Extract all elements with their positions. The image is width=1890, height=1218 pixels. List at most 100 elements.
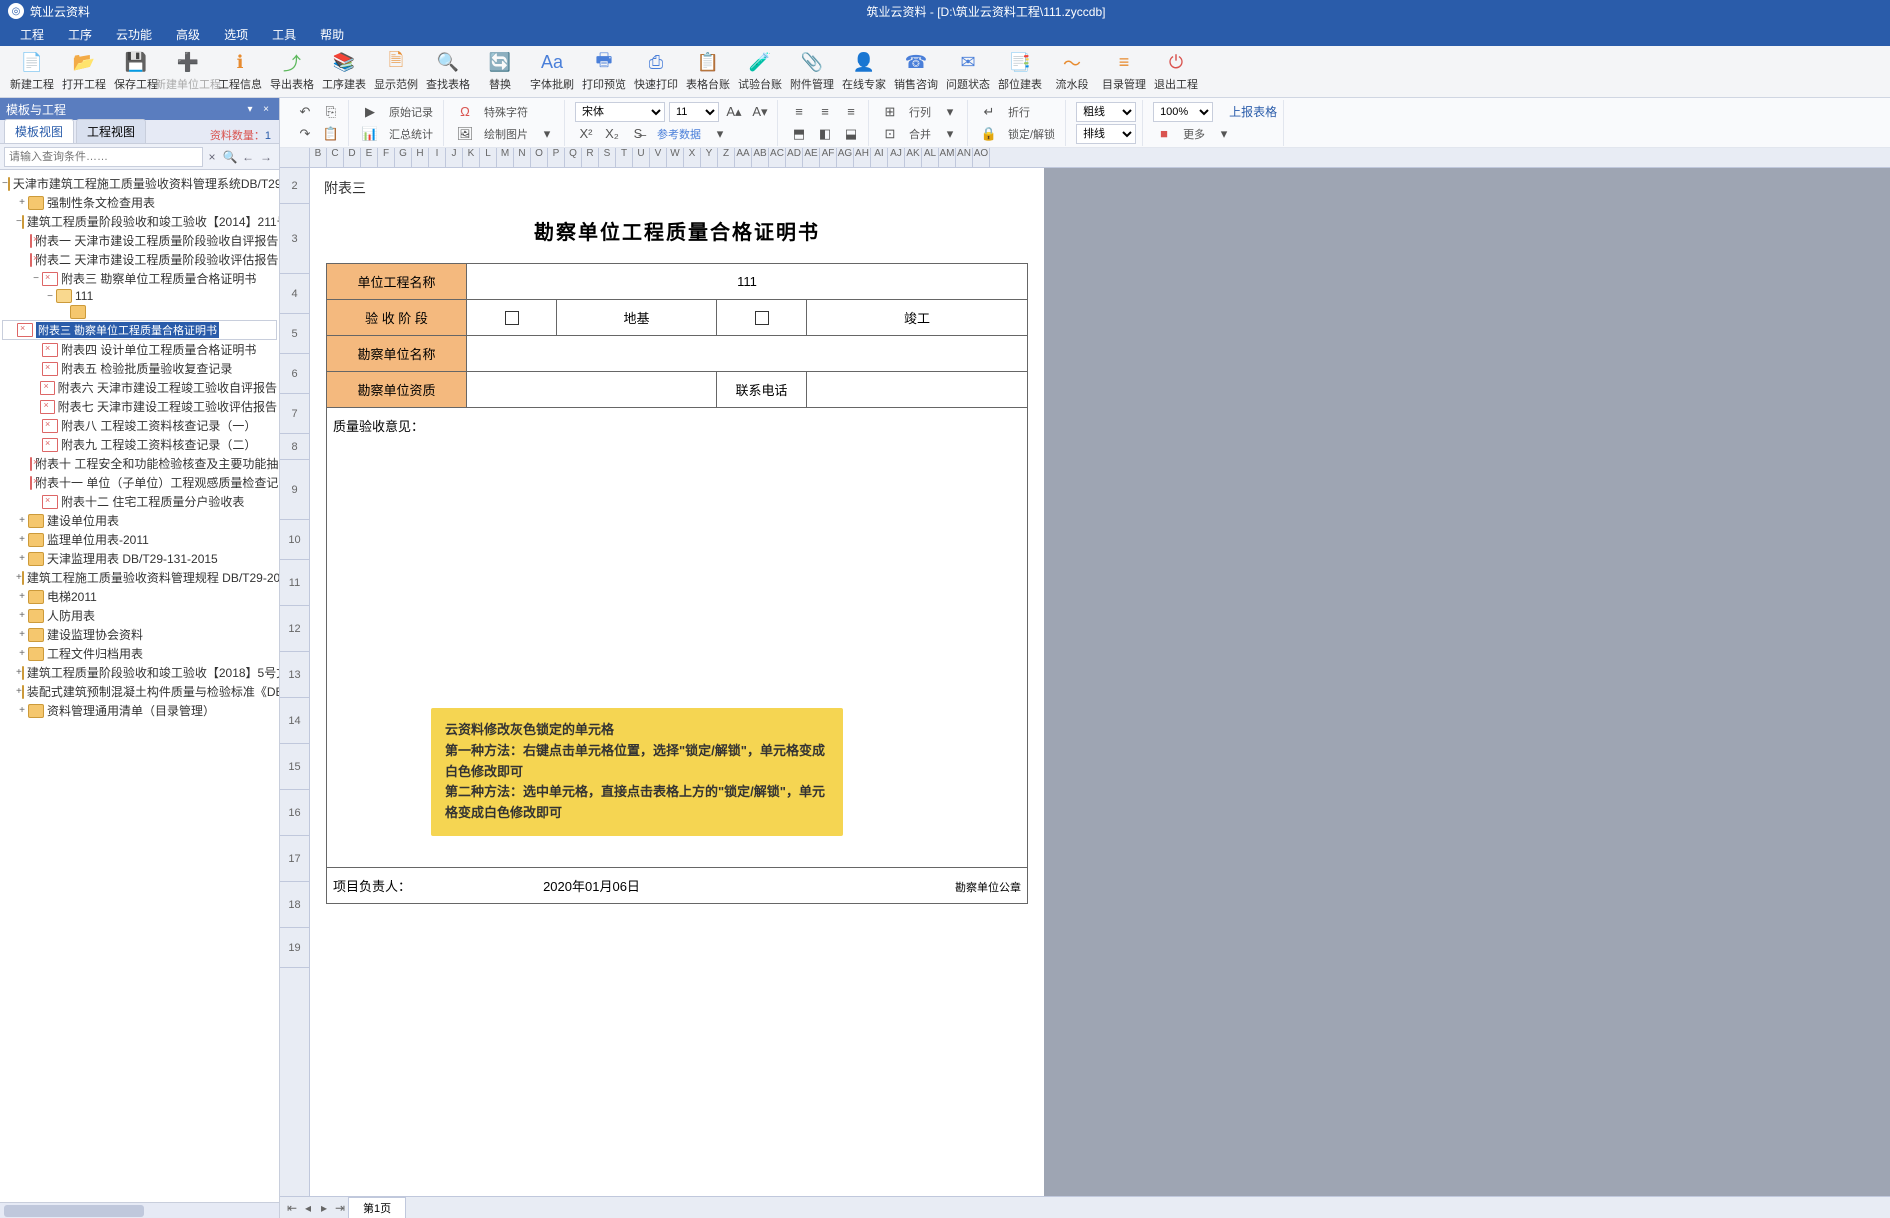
tree-node[interactable]: +建筑工程施工质量验收资料管理规程 DB/T29-209-2011 bbox=[2, 568, 277, 587]
toolbar-查找表格[interactable]: 🔍查找表格 bbox=[422, 48, 474, 96]
tree-node[interactable]: +建设单位用表 bbox=[2, 511, 277, 530]
more-button[interactable]: 更多 bbox=[1179, 124, 1209, 144]
zoom-select[interactable]: 100% bbox=[1153, 102, 1213, 122]
expand-icon[interactable]: + bbox=[16, 572, 22, 583]
col-header[interactable]: H bbox=[412, 148, 429, 167]
menu-process[interactable]: 工序 bbox=[56, 24, 104, 45]
tree-node[interactable]: −附表三 勘察单位工程质量合格证明书 bbox=[2, 269, 277, 288]
draw-pic-dropdown-icon[interactable]: ▾ bbox=[536, 124, 558, 144]
tree-node[interactable]: −建筑工程质量阶段验收和竣工验收【2014】211号文 bbox=[2, 212, 277, 231]
col-header[interactable]: S bbox=[599, 148, 616, 167]
merge-dropdown-icon[interactable]: ▾ bbox=[939, 124, 961, 144]
ref-data-dropdown-icon[interactable]: ▾ bbox=[709, 124, 731, 144]
superscript-button[interactable]: X² bbox=[575, 124, 597, 144]
col-header[interactable]: W bbox=[667, 148, 684, 167]
col-header[interactable]: AJ bbox=[888, 148, 905, 167]
checkbox-completion[interactable] bbox=[755, 311, 769, 325]
col-header[interactable]: V bbox=[650, 148, 667, 167]
toolbar-新建工程[interactable]: 📄新建工程 bbox=[6, 48, 58, 96]
row-header[interactable]: 18 bbox=[280, 882, 309, 928]
toolbar-部位建表[interactable]: 📑部位建表 bbox=[994, 48, 1046, 96]
more-dropdown-icon[interactable]: ▾ bbox=[1213, 124, 1235, 144]
sheet-nav-first-icon[interactable]: ⇤ bbox=[284, 1201, 300, 1215]
row-header[interactable]: 14 bbox=[280, 698, 309, 744]
toolbar-替换[interactable]: 🔄替换 bbox=[474, 48, 526, 96]
toolbar-试验台账[interactable]: 🧪试验台账 bbox=[734, 48, 786, 96]
cell-unit-name-value[interactable]: 111 bbox=[467, 264, 1028, 300]
col-header[interactable]: N bbox=[514, 148, 531, 167]
horizontal-scrollbar[interactable] bbox=[0, 1202, 279, 1218]
sheet-nav-last-icon[interactable]: ⇥ bbox=[332, 1201, 348, 1215]
thin-line-select[interactable]: 排线 bbox=[1076, 124, 1136, 144]
tree-node[interactable]: 附表五 检验批质量验收复查记录 bbox=[2, 359, 277, 378]
menu-cloud[interactable]: 云功能 bbox=[104, 24, 164, 45]
valign-bot-icon[interactable]: ⬓ bbox=[840, 124, 862, 144]
font-inc-icon[interactable]: A▴ bbox=[723, 102, 745, 122]
row-header[interactable]: 4 bbox=[280, 274, 309, 314]
col-header[interactable]: T bbox=[616, 148, 633, 167]
expand-icon[interactable]: + bbox=[16, 705, 28, 716]
align-left-icon[interactable]: ≡ bbox=[788, 102, 810, 122]
tree-node[interactable]: +工程文件归档用表 bbox=[2, 644, 277, 663]
col-header[interactable]: AH bbox=[854, 148, 871, 167]
toolbar-表格台账[interactable]: 📋表格台账 bbox=[682, 48, 734, 96]
thick-line-select[interactable]: 粗线 bbox=[1076, 102, 1136, 122]
tab-project-view[interactable]: 工程视图 bbox=[76, 119, 146, 143]
toolbar-在线专家[interactable]: 👤在线专家 bbox=[838, 48, 890, 96]
expand-icon[interactable]: − bbox=[2, 178, 8, 189]
expand-icon[interactable]: − bbox=[44, 291, 56, 302]
row-header[interactable]: 9 bbox=[280, 460, 309, 520]
col-header[interactable]: U bbox=[633, 148, 650, 167]
col-header[interactable]: AN bbox=[956, 148, 973, 167]
col-header[interactable]: AF bbox=[820, 148, 837, 167]
sheet-nav-next-icon[interactable]: ▸ bbox=[316, 1201, 332, 1215]
menu-help[interactable]: 帮助 bbox=[308, 24, 356, 45]
font-dec-icon[interactable]: A▾ bbox=[749, 102, 771, 122]
tree-node[interactable]: +电梯2011 bbox=[2, 587, 277, 606]
toolbar-字体批刷[interactable]: Aa字体批刷 bbox=[526, 48, 578, 96]
toolbar-快速打印[interactable]: ⎙快速打印 bbox=[630, 48, 682, 96]
lock-button[interactable]: 锁定/解锁 bbox=[1004, 124, 1059, 144]
col-header[interactable]: AA bbox=[735, 148, 752, 167]
font-family-select[interactable]: 宋体 bbox=[575, 102, 665, 122]
row-header[interactable]: 15 bbox=[280, 744, 309, 790]
col-header[interactable]: B bbox=[310, 148, 327, 167]
tree-node[interactable]: −111 bbox=[2, 288, 277, 304]
cell-phone-value[interactable] bbox=[807, 372, 1028, 408]
expand-icon[interactable]: + bbox=[16, 591, 28, 602]
col-header[interactable]: L bbox=[480, 148, 497, 167]
col-header[interactable]: I bbox=[429, 148, 446, 167]
rowcol-dropdown-icon[interactable]: ▾ bbox=[939, 102, 961, 122]
panel-close-icon[interactable]: × bbox=[259, 102, 273, 116]
align-center-icon[interactable]: ≡ bbox=[814, 102, 836, 122]
row-header[interactable]: 11 bbox=[280, 560, 309, 606]
row-header[interactable]: 2 bbox=[280, 168, 309, 204]
col-header[interactable]: AG bbox=[837, 148, 854, 167]
special-char-button[interactable]: 特殊字符 bbox=[480, 102, 532, 122]
col-header[interactable]: R bbox=[582, 148, 599, 167]
row-header[interactable]: 6 bbox=[280, 354, 309, 394]
redo-button[interactable]: ↷ bbox=[294, 124, 316, 144]
tree-node[interactable]: 附表三 勘察单位工程质量合格证明书 bbox=[2, 320, 277, 340]
col-header[interactable]: Q bbox=[565, 148, 582, 167]
valign-mid-icon[interactable]: ◧ bbox=[814, 124, 836, 144]
subscript-button[interactable]: X₂ bbox=[601, 124, 623, 144]
col-header[interactable]: C bbox=[327, 148, 344, 167]
strikethrough-button[interactable]: S̶ bbox=[627, 124, 649, 144]
menu-options[interactable]: 选项 bbox=[212, 24, 260, 45]
row-header[interactable]: 5 bbox=[280, 314, 309, 354]
tree-node[interactable]: 附表十二 住宅工程质量分户验收表 bbox=[2, 492, 277, 511]
col-header[interactable]: AB bbox=[752, 148, 769, 167]
toolbar-打开工程[interactable]: 📂打开工程 bbox=[58, 48, 110, 96]
row-header[interactable]: 12 bbox=[280, 606, 309, 652]
template-tree[interactable]: −天津市建筑工程施工质量验收资料管理系统DB/T29-209-2011+强制性条… bbox=[0, 170, 279, 1202]
tree-node[interactable]: +监理单位用表-2011 bbox=[2, 530, 277, 549]
tree-node[interactable]: +资料管理通用清单（目录管理） bbox=[2, 701, 277, 720]
tree-node[interactable]: +人防用表 bbox=[2, 606, 277, 625]
tree-node[interactable]: 附表八 工程竣工资料核查记录（一） bbox=[2, 416, 277, 435]
toolbar-目录管理[interactable]: ≡目录管理 bbox=[1098, 48, 1150, 96]
row-header[interactable]: 10 bbox=[280, 520, 309, 560]
toolbar-工程信息[interactable]: ℹ工程信息 bbox=[214, 48, 266, 96]
cell-opinion[interactable]: 质量验收意见： 云资料修改灰色锁定的单元格第一种方法：右键点击单元格位置，选择"… bbox=[327, 408, 1028, 868]
toolbar-工序建表[interactable]: 📚工序建表 bbox=[318, 48, 370, 96]
